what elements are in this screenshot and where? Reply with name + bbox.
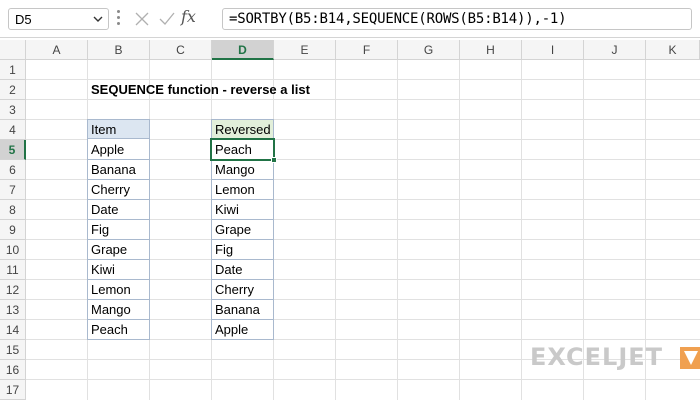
item-cell[interactable]: Apple — [88, 140, 124, 160]
row-header-3[interactable]: 3 — [0, 100, 26, 120]
reversed-cell[interactable]: Mango — [212, 160, 255, 180]
row-header-4[interactable]: 4 — [0, 120, 26, 140]
reversed-cell[interactable]: Grape — [212, 220, 251, 240]
reversed-cell[interactable]: Date — [212, 260, 242, 280]
worksheet-grid[interactable]: A B C D E F G H I J K 1 2 3 4 5 6 7 8 9 … — [0, 40, 700, 400]
item-cell[interactable]: Lemon — [88, 280, 131, 300]
enter-check-icon[interactable] — [157, 9, 177, 29]
item-cell[interactable]: Date — [88, 200, 118, 220]
sheet-title[interactable]: SEQUENCE function - reverse a list — [88, 80, 310, 100]
chevron-down-icon[interactable] — [92, 12, 104, 26]
row-header-5[interactable]: 5 — [0, 140, 26, 160]
fill-handle[interactable] — [271, 157, 277, 163]
reversed-header[interactable]: Reversed — [212, 120, 273, 139]
cancel-icon[interactable] — [132, 9, 152, 29]
fx-icon: fx — [181, 7, 196, 26]
drag-handle-icon[interactable] — [117, 10, 120, 28]
reversed-cell[interactable]: Banana — [212, 300, 260, 320]
reversed-cell[interactable]: Apple — [212, 320, 248, 340]
column-header-g[interactable]: G — [398, 40, 460, 60]
item-cell[interactable]: Grape — [88, 240, 127, 260]
active-cell-selection[interactable] — [210, 138, 275, 161]
row-header-14[interactable]: 14 — [0, 320, 26, 340]
row-header-16[interactable]: 16 — [0, 360, 26, 380]
item-cell[interactable]: Peach — [88, 320, 128, 340]
column-header-e[interactable]: E — [274, 40, 336, 60]
name-box[interactable]: D5 — [8, 8, 109, 30]
item-cell[interactable]: Cherry — [88, 180, 130, 200]
logo-mark-icon — [680, 347, 700, 369]
reversed-cell[interactable]: Cherry — [212, 280, 254, 300]
logo-text: EXCELJET — [530, 343, 664, 371]
column-header-c[interactable]: C — [150, 40, 212, 60]
row-header-9[interactable]: 9 — [0, 220, 26, 240]
select-all-corner[interactable] — [0, 40, 26, 60]
column-header-k[interactable]: K — [646, 40, 700, 60]
reversed-cell[interactable]: Lemon — [212, 180, 255, 200]
column-header-f[interactable]: F — [336, 40, 398, 60]
row-header-1[interactable]: 1 — [0, 60, 26, 80]
name-box-value: D5 — [15, 12, 32, 27]
item-cell[interactable]: Kiwi — [88, 260, 115, 280]
row-header-13[interactable]: 13 — [0, 300, 26, 320]
row-header-11[interactable]: 11 — [0, 260, 26, 280]
item-cell[interactable]: Fig — [88, 220, 109, 240]
row-header-17[interactable]: 17 — [0, 380, 26, 400]
row-header-12[interactable]: 12 — [0, 280, 26, 300]
formula-input[interactable]: =SORTBY(B5:B14,SEQUENCE(ROWS(B5:B14)),-1… — [222, 8, 692, 30]
column-header-h[interactable]: H — [460, 40, 522, 60]
reversed-cell[interactable]: Fig — [212, 240, 233, 260]
row-header-8[interactable]: 8 — [0, 200, 26, 220]
item-header[interactable]: Item — [88, 120, 149, 139]
column-header-i[interactable]: I — [522, 40, 584, 60]
column-header-b[interactable]: B — [88, 40, 150, 60]
row-header-7[interactable]: 7 — [0, 180, 26, 200]
row-header-15[interactable]: 15 — [0, 340, 26, 360]
gridline — [26, 379, 700, 380]
column-header-j[interactable]: J — [584, 40, 646, 60]
row-header-10[interactable]: 10 — [0, 240, 26, 260]
formula-bar: D5 fx =SORTBY(B5:B14,SEQUENCE(ROWS(B5:B1… — [0, 0, 700, 38]
column-header-d[interactable]: D — [212, 40, 274, 60]
gridline — [459, 60, 460, 400]
item-cell[interactable]: Mango — [88, 300, 131, 320]
gridline — [335, 60, 336, 400]
row-header-2[interactable]: 2 — [0, 80, 26, 100]
insert-function-button[interactable]: fx — [181, 7, 211, 31]
item-cell[interactable]: Banana — [88, 160, 136, 180]
gridline — [521, 60, 522, 400]
row-header-6[interactable]: 6 — [0, 160, 26, 180]
formula-text: =SORTBY(B5:B14,SEQUENCE(ROWS(B5:B14)),-1… — [229, 11, 567, 27]
reversed-cell[interactable]: Kiwi — [212, 200, 239, 220]
column-header-a[interactable]: A — [26, 40, 88, 60]
gridline — [397, 60, 398, 400]
